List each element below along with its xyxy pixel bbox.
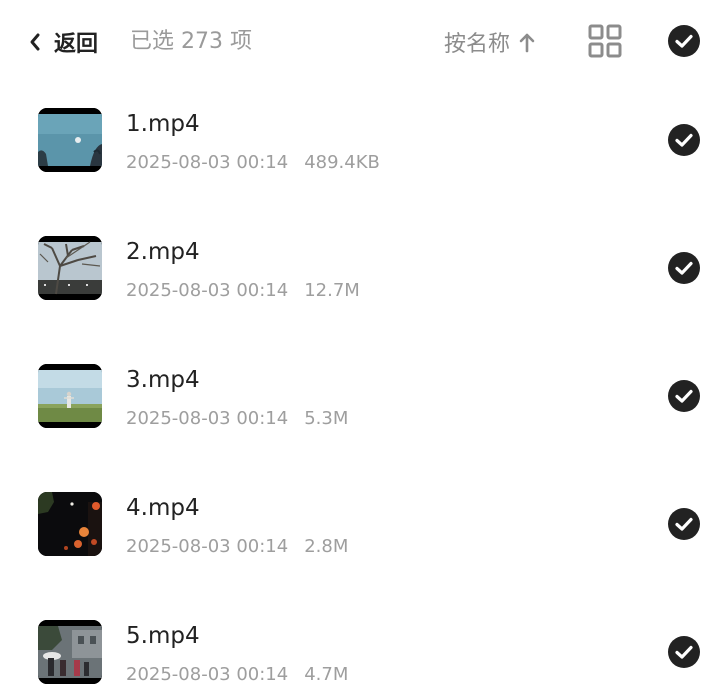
selected-count: 已选 273 项 bbox=[130, 29, 252, 54]
file-size: 5.3M bbox=[304, 408, 349, 429]
back-label: 返回 bbox=[54, 32, 99, 57]
file-date: 2025-08-03 00:14 bbox=[126, 536, 289, 557]
file-size: 12.7M bbox=[304, 280, 360, 301]
file-date: 2025-08-03 00:14 bbox=[126, 280, 289, 301]
file-checkbox[interactable] bbox=[667, 635, 701, 669]
file-date: 2025-08-03 00:14 bbox=[126, 152, 289, 173]
grid-view-icon bbox=[588, 24, 622, 58]
check-circle-icon bbox=[668, 252, 700, 284]
file-checkbox[interactable] bbox=[667, 123, 701, 157]
file-name: 4.mp4 bbox=[126, 495, 200, 521]
file-checkbox[interactable] bbox=[667, 507, 701, 541]
file-meta: 2025-08-03 00:14 12.7M bbox=[126, 279, 360, 303]
file-item[interactable]: 4.mp4 2025-08-03 00:14 2.8M bbox=[0, 466, 712, 594]
file-name: 5.mp4 bbox=[126, 623, 200, 649]
check-circle-icon bbox=[668, 25, 700, 57]
file-name: 3.mp4 bbox=[126, 367, 200, 393]
arrow-up-icon bbox=[518, 30, 536, 54]
file-size: 2.8M bbox=[304, 536, 349, 557]
check-circle-icon bbox=[668, 124, 700, 156]
file-item[interactable]: 5.mp4 2025-08-03 00:14 4.7M bbox=[0, 594, 712, 699]
top-bar: 返回 已选 273 项 按名称 bbox=[0, 0, 712, 82]
back-button[interactable]: 返回 bbox=[28, 22, 98, 62]
select-all-checkbox[interactable] bbox=[667, 24, 701, 58]
file-checkbox[interactable] bbox=[667, 251, 701, 285]
file-item[interactable]: 2.mp4 2025-08-03 00:14 12.7M bbox=[0, 210, 712, 338]
video-thumbnail bbox=[38, 236, 102, 300]
file-meta: 2025-08-03 00:14 2.8M bbox=[126, 535, 348, 559]
file-item[interactable]: 1.mp4 2025-08-03 00:14 489.4KB bbox=[0, 82, 712, 210]
grid-view-button[interactable] bbox=[588, 24, 622, 58]
sort-by-name-button[interactable]: 按名称 bbox=[444, 22, 536, 62]
sort-label: 按名称 bbox=[444, 32, 511, 57]
video-thumbnail bbox=[38, 108, 102, 172]
check-circle-icon bbox=[668, 380, 700, 412]
file-name: 1.mp4 bbox=[126, 111, 200, 137]
file-date: 2025-08-03 00:14 bbox=[126, 408, 289, 429]
file-size: 489.4KB bbox=[304, 152, 380, 173]
video-thumbnail bbox=[38, 620, 102, 684]
file-selection-screen: 返回 已选 273 项 按名称 1.mp4 2025-08-03 00:14 4… bbox=[0, 0, 712, 699]
file-meta: 2025-08-03 00:14 5.3M bbox=[126, 407, 348, 431]
chevron-left-icon bbox=[28, 30, 48, 54]
file-item[interactable]: 3.mp4 2025-08-03 00:14 5.3M bbox=[0, 338, 712, 466]
check-circle-icon bbox=[668, 636, 700, 668]
video-thumbnail bbox=[38, 364, 102, 428]
file-date: 2025-08-03 00:14 bbox=[126, 664, 289, 685]
check-circle-icon bbox=[668, 508, 700, 540]
file-meta: 2025-08-03 00:14 4.7M bbox=[126, 663, 348, 687]
video-thumbnail bbox=[38, 492, 102, 556]
file-size: 4.7M bbox=[304, 664, 349, 685]
file-checkbox[interactable] bbox=[667, 379, 701, 413]
file-meta: 2025-08-03 00:14 489.4KB bbox=[126, 151, 380, 175]
file-name: 2.mp4 bbox=[126, 239, 200, 265]
